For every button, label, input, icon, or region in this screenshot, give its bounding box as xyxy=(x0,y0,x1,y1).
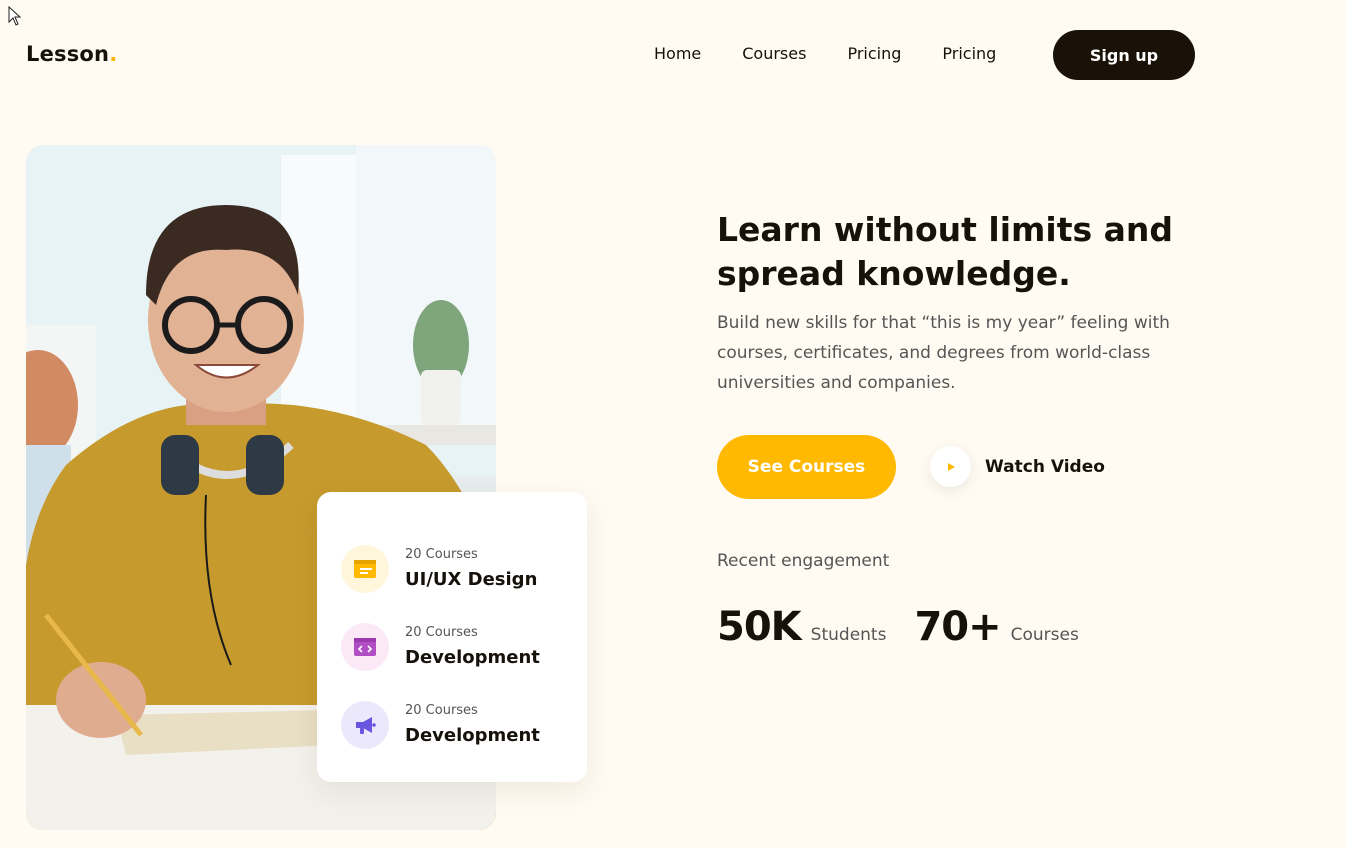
stat-value-students: 50K xyxy=(717,604,802,650)
browser-window-icon xyxy=(341,545,389,593)
course-count: 20 Courses xyxy=(405,625,478,640)
stat-unit-courses: Courses xyxy=(1010,625,1079,645)
watch-video-label: Watch Video xyxy=(985,456,1105,477)
course-name: UI/UX Design xyxy=(405,569,538,590)
brand-logo[interactable]: Lesson. xyxy=(26,42,117,66)
stat-unit-students: Students xyxy=(810,625,887,645)
main-nav: Home Courses Pricing Pricing xyxy=(654,44,1037,64)
course-count: 20 Courses xyxy=(405,547,478,562)
course-item-development-2[interactable]: 20 Courses Development xyxy=(341,701,540,749)
course-item-development[interactable]: 20 Courses Development xyxy=(341,623,540,671)
nav-item-courses[interactable]: Courses xyxy=(742,44,806,64)
nav-item-pricing[interactable]: Pricing xyxy=(847,44,901,64)
brand-name: Lesson xyxy=(26,42,110,66)
stat-value-courses: 70+ xyxy=(914,604,1001,650)
play-icon[interactable] xyxy=(930,446,971,487)
engagement-stats: 50K Students 70+ Courses xyxy=(717,604,1107,650)
watch-video-button[interactable]: Watch Video xyxy=(930,446,1105,487)
course-count: 20 Courses xyxy=(405,703,478,718)
course-categories-card: 20 Courses UI/UX Design 20 Courses Devel… xyxy=(317,492,587,782)
signup-button[interactable]: Sign up xyxy=(1053,30,1195,80)
code-window-icon xyxy=(341,623,389,671)
brand-dot: . xyxy=(109,42,118,66)
engagement-label: Recent engagement xyxy=(717,551,890,571)
hero-headline: Learn without limits and spread knowledg… xyxy=(717,210,1174,293)
see-courses-button[interactable]: See Courses xyxy=(717,435,896,499)
course-item-uiux[interactable]: 20 Courses UI/UX Design xyxy=(341,545,537,593)
nav-item-pricing-2[interactable]: Pricing xyxy=(942,44,996,64)
hero-subtext: Build new skills for that “this is my ye… xyxy=(717,313,1170,393)
megaphone-icon xyxy=(341,701,389,749)
mouse-cursor-icon xyxy=(8,6,22,26)
course-name: Development xyxy=(405,725,540,746)
course-name: Development xyxy=(405,647,540,668)
nav-item-home[interactable]: Home xyxy=(654,44,701,64)
